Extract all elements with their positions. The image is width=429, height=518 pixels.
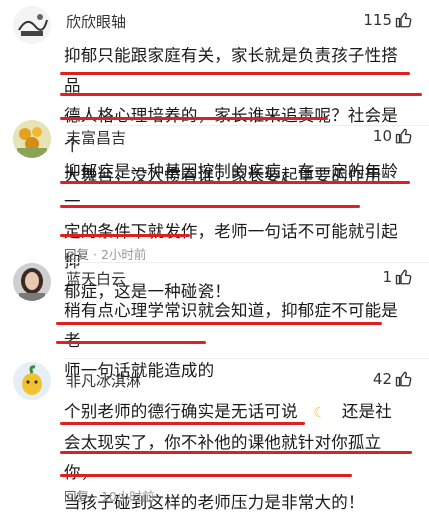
underline-mark	[60, 117, 328, 120]
like-button[interactable]: 1	[382, 268, 413, 286]
divider	[64, 125, 429, 126]
avatar[interactable]	[13, 120, 51, 158]
timestamp: 10小时前	[100, 489, 155, 504]
comment-meta: 回复 · 10小时前	[64, 486, 154, 505]
underline-mark	[60, 93, 422, 96]
underline-mark	[60, 451, 412, 454]
underline-mark	[56, 322, 382, 325]
like-button[interactable]: 115	[363, 11, 413, 29]
reply-button[interactable]: 回复	[64, 489, 89, 504]
avatar[interactable]	[13, 263, 51, 301]
underline-mark	[60, 181, 410, 184]
divider	[64, 358, 429, 359]
comment-meta: 回复 · 2小时前	[64, 244, 146, 263]
separator: ·	[93, 247, 101, 262]
divider	[64, 262, 429, 263]
avatar-image	[13, 6, 51, 44]
thumbs-up-icon	[395, 269, 412, 285]
like-button[interactable]: 10	[373, 127, 413, 145]
username[interactable]: 欣欣眼轴	[66, 11, 126, 32]
like-count: 10	[372, 127, 392, 145]
username[interactable]: 非凡冰淇淋	[66, 370, 141, 391]
reply-button[interactable]: 回复	[64, 247, 89, 262]
like-count: 42	[372, 370, 392, 388]
like-count: 115	[363, 11, 392, 29]
thumbs-up-icon	[395, 12, 412, 28]
thumbs-up-icon	[395, 371, 412, 387]
separator: ·	[93, 489, 101, 504]
underline-mark	[60, 234, 190, 237]
thumbs-up-icon	[395, 128, 412, 144]
avatar[interactable]	[13, 362, 51, 400]
like-count: 1	[382, 268, 392, 286]
underline-mark	[56, 341, 206, 344]
underline-mark	[60, 205, 360, 208]
avatar[interactable]	[13, 6, 51, 44]
username[interactable]: 丰富昌吉	[66, 127, 126, 148]
avatar-image	[13, 263, 51, 301]
like-button[interactable]: 42	[373, 370, 413, 388]
timestamp: 2小时前	[100, 247, 147, 262]
underline-mark	[60, 422, 305, 425]
avatar-image	[13, 362, 51, 400]
underline-mark	[60, 72, 410, 75]
underline-mark	[60, 474, 352, 477]
avatar-image	[13, 120, 51, 158]
username[interactable]: 蓝天白云	[66, 268, 126, 289]
